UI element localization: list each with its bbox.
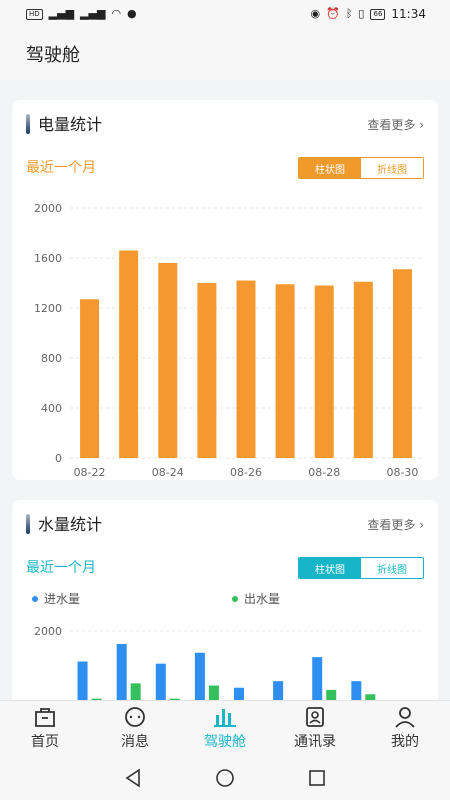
bar-inflow — [116, 644, 127, 700]
legend-inflow[interactable]: 进水量 — [32, 590, 80, 607]
vibrate-icon: ▯ — [358, 7, 365, 20]
line-chart-tab[interactable]: 折线图 — [361, 158, 423, 178]
status-right: ◉ ⏰ ᛒ ▯ 66 11:34 — [311, 7, 427, 21]
bar-chart-tab[interactable]: 柱状图 — [299, 158, 361, 178]
system-nav-bar — [0, 756, 450, 800]
line-chart-tab[interactable]: 折线图 — [361, 558, 423, 578]
alarm-icon: ⏰ — [326, 7, 340, 20]
status-left: HD ▂▄▆ ▂▄▆ ◠ ● — [26, 8, 137, 20]
bar — [392, 269, 412, 458]
hd-icon: HD — [26, 8, 43, 20]
bar-outflow — [326, 689, 337, 700]
battery-icon: 66 — [370, 8, 386, 20]
bar-inflow — [351, 681, 362, 700]
water-view-more-link[interactable]: 查看更多 › — [367, 516, 424, 533]
signal-icon-2: ▂▄▆ — [80, 7, 106, 20]
bottom-tab-bar: 首页 消息 驾驶舱 通讯录 我的 — [0, 700, 450, 756]
tab-contacts[interactable]: 通讯录 — [270, 701, 360, 756]
tab-messages-label: 消息 — [121, 734, 149, 750]
electric-chart-toggle: 柱状图 折线图 — [298, 157, 424, 179]
message-icon — [125, 707, 145, 727]
tab-home-label: 首页 — [31, 734, 59, 750]
legend-outflow[interactable]: 出水量 — [232, 590, 280, 607]
bluetooth-icon: ᛒ — [345, 7, 353, 20]
legend-outflow-label: 出水量 — [244, 592, 281, 606]
x-tick-label: 08-28 — [308, 466, 340, 479]
clock-time: 11:34 — [391, 7, 426, 21]
view-more-label: 查看更多 — [367, 118, 416, 132]
tab-home[interactable]: 首页 — [0, 701, 90, 756]
x-tick-label: 08-24 — [152, 466, 184, 479]
electric-bar-chart: 0 400 800 1200 1600 2000 08-22 08-24 08-26 08-28 0… — [34, 202, 422, 479]
y-tick-label: 2000 — [34, 202, 62, 215]
electric-view-more-link[interactable]: 查看更多 › — [367, 116, 424, 133]
main-content[interactable]: 电量统计 查看更多 › 最近一个月 柱状图 折线图 0 400 800 1200 160… — [0, 80, 450, 700]
home-icon — [35, 708, 55, 727]
page-title: 驾驶舱 — [26, 45, 80, 66]
view-more-label: 查看更多 — [367, 518, 416, 532]
bar-inflow — [194, 652, 205, 700]
water-card-title: 水量统计 — [38, 515, 103, 534]
bar-inflow — [234, 687, 244, 700]
water-stats-card: 水量统计 查看更多 › 最近一个月 柱状图 折线图 进水量 出水量 160020… — [12, 500, 438, 700]
wifi-icon: ◠ — [111, 7, 122, 20]
water-chart-toggle: 柱状图 折线图 — [298, 557, 424, 579]
chevron-right-icon: › — [419, 118, 424, 132]
contacts-icon — [306, 707, 324, 727]
profile-icon — [395, 707, 415, 728]
recents-icon[interactable] — [306, 767, 328, 789]
x-tick-label: 08-30 — [386, 466, 418, 479]
y-tick-label: 400 — [41, 402, 62, 415]
tab-messages[interactable]: 消息 — [90, 701, 180, 756]
chevron-right-icon: › — [419, 518, 424, 532]
bar — [197, 283, 217, 458]
legend-dot-blue — [32, 595, 38, 602]
wechat-icon: ● — [127, 7, 137, 20]
dashboard-icon — [214, 709, 236, 727]
y-tick-label: 1600 — [34, 252, 62, 265]
electric-period-label: 最近一个月 — [26, 160, 96, 176]
legend-dot-green — [232, 595, 238, 602]
bar-outflow — [208, 685, 219, 700]
bar-inflow — [155, 663, 166, 700]
bar — [353, 281, 373, 458]
bar-inflow — [77, 661, 88, 700]
water-bar-chart: 16002000 — [34, 625, 422, 700]
bar — [80, 299, 100, 458]
tab-dashboard-label: 驾驶舱 — [204, 734, 246, 750]
home-circle-icon[interactable] — [214, 767, 236, 789]
tab-profile-label: 我的 — [391, 734, 419, 750]
x-tick-label: 08-26 — [230, 466, 262, 479]
status-bar: HD ▂▄▆ ▂▄▆ ◠ ● ◉ ⏰ ᛒ ▯ 66 11:34 — [0, 0, 450, 28]
bar-outflow — [130, 683, 141, 700]
bar-inflow — [273, 681, 284, 700]
title-accent-bar — [26, 514, 30, 534]
water-card-header: 水量统计 查看更多 › — [12, 500, 438, 546]
tab-profile[interactable]: 我的 — [360, 701, 450, 756]
bar — [236, 280, 256, 458]
title-accent-bar — [26, 114, 30, 134]
y-tick-label: 1200 — [34, 302, 62, 315]
bar-chart-tab[interactable]: 柱状图 — [299, 558, 361, 578]
tab-contacts-label: 通讯录 — [294, 734, 336, 750]
y-tick-label: 2000 — [34, 625, 62, 638]
tab-dashboard[interactable]: 驾驶舱 — [180, 701, 270, 756]
eye-icon: ◉ — [310, 7, 321, 20]
bar-inflow — [312, 657, 323, 700]
bar — [119, 250, 139, 458]
signal-icon: ▂▄▆ — [48, 7, 75, 20]
back-icon[interactable] — [122, 767, 144, 789]
electric-card-header: 电量统计 查看更多 › — [12, 100, 438, 146]
y-tick-label: 800 — [41, 352, 62, 365]
bar — [314, 285, 334, 458]
bar — [158, 263, 178, 458]
water-period-label: 最近一个月 — [26, 560, 96, 576]
legend-inflow-label: 进水量 — [44, 592, 81, 606]
bar — [275, 284, 295, 458]
app-header: 驾驶舱 — [0, 28, 450, 80]
y-tick-label: 0 — [55, 452, 62, 465]
electric-card-title: 电量统计 — [38, 115, 103, 134]
x-tick-label: 08-22 — [74, 466, 106, 479]
electric-stats-card: 电量统计 查看更多 › 最近一个月 柱状图 折线图 0 400 800 1200 160… — [12, 100, 438, 480]
